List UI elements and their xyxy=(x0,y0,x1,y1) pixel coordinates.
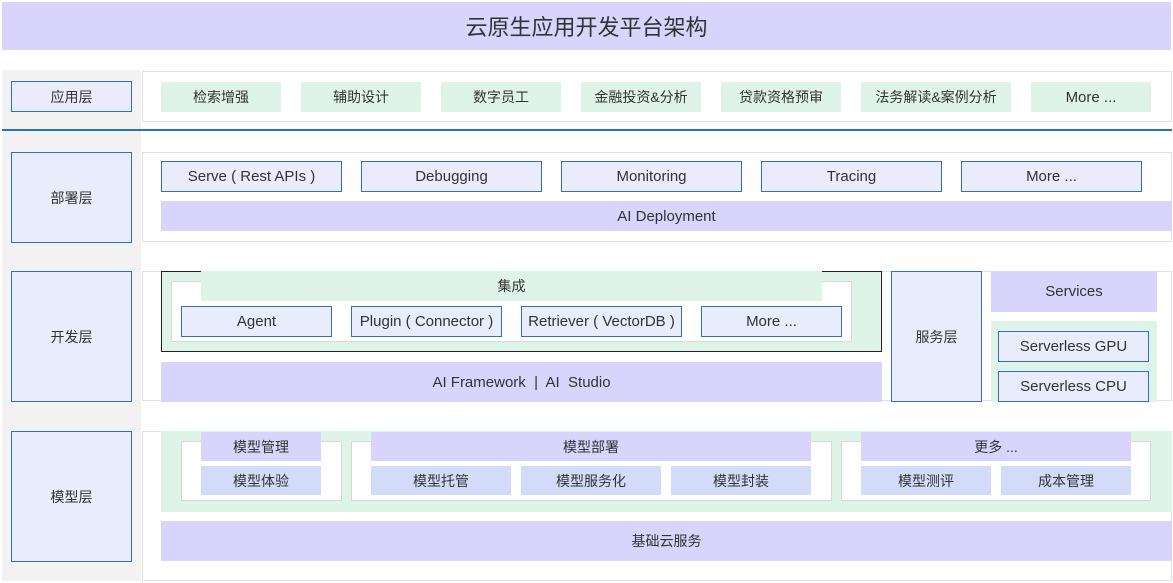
cloud-services-label: 基础云服务 xyxy=(631,533,702,549)
services-box: Services xyxy=(991,271,1157,312)
layer-label-deploy-text: 部署层 xyxy=(50,189,93,206)
integration-title-label: 集成 xyxy=(497,278,526,294)
deploy-item: Tracing xyxy=(761,161,942,192)
dev-item: Retriever ( VectorDB ) xyxy=(521,306,682,337)
layer-label-app-text: 应用层 xyxy=(50,88,93,105)
app-item-label: 检索增强 xyxy=(193,89,249,105)
deploy-item: Serve ( Rest APIs ) xyxy=(161,161,342,192)
deploy-item: More ... xyxy=(961,161,1142,192)
model-item: 模型服务化 xyxy=(521,466,661,495)
serverless-cpu-label: Serverless CPU xyxy=(1020,378,1127,395)
model-item-label: 成本管理 xyxy=(1038,472,1094,489)
layer-divider xyxy=(2,129,1172,131)
dev-item: Plugin ( Connector ) xyxy=(351,306,502,337)
layer-label-deploy: 部署层 xyxy=(11,152,132,243)
model-item-label: 模型测评 xyxy=(898,472,954,489)
ai-deployment-bar: AI Deployment xyxy=(161,201,1172,231)
dev-item-label: More ... xyxy=(746,313,797,330)
cloud-services-bar: 基础云服务 xyxy=(161,521,1172,561)
model-item-label: 模型体验 xyxy=(233,472,289,489)
app-item: 金融投资&分析 xyxy=(581,82,701,112)
model-more-title-label: 更多 ... xyxy=(974,438,1018,455)
model-item-label: 模型封装 xyxy=(713,472,769,489)
model-item-label: 模型服务化 xyxy=(556,472,626,489)
model-item: 模型测评 xyxy=(861,466,991,495)
app-item: More ... xyxy=(1031,82,1151,112)
serverless-gpu-label: Serverless GPU xyxy=(1019,338,1128,355)
layer-label-dev: 开发层 xyxy=(11,271,132,402)
app-item-label: 金融投资&分析 xyxy=(594,89,688,105)
deploy-item: Monitoring xyxy=(561,161,742,192)
ai-framework-label: AI Framework | AI Studio xyxy=(432,373,611,391)
integration-title: 集成 xyxy=(201,271,822,301)
model-item-label: 模型托管 xyxy=(413,472,469,489)
deploy-item-label: More ... xyxy=(1026,168,1077,185)
app-item: 法务解读&案例分析 xyxy=(861,82,1011,112)
service-layer-box: 服务层 xyxy=(891,271,982,402)
page-title: 云原生应用开发平台架构 xyxy=(2,2,1171,50)
model-more-title: 更多 ... xyxy=(861,432,1131,461)
page-title-text: 云原生应用开发平台架构 xyxy=(465,15,708,40)
layer-label-model-text: 模型层 xyxy=(50,488,93,505)
dev-item-label: Retriever ( VectorDB ) xyxy=(528,313,675,330)
serverless-cpu-box: Serverless CPU xyxy=(998,371,1149,402)
ai-deployment-label: AI Deployment xyxy=(617,207,716,225)
app-item: 辅助设计 xyxy=(301,82,421,112)
app-item: 数字员工 xyxy=(441,82,561,112)
layer-label-model: 模型层 xyxy=(11,431,132,562)
serverless-gpu-box: Serverless GPU xyxy=(998,331,1149,362)
services-label: Services xyxy=(1045,283,1103,300)
model-mgmt-title-label: 模型管理 xyxy=(233,438,289,455)
dev-item-label: Plugin ( Connector ) xyxy=(359,313,494,330)
model-deploy-title-label: 模型部署 xyxy=(563,438,619,455)
deploy-item-label: Serve ( Rest APIs ) xyxy=(187,168,316,185)
app-item-label: 辅助设计 xyxy=(333,89,389,105)
service-layer-label: 服务层 xyxy=(915,328,958,345)
app-item-label: 法务解读&案例分析 xyxy=(875,89,997,105)
deploy-item-label: Tracing xyxy=(826,168,877,185)
app-item: 检索增强 xyxy=(161,82,281,112)
model-item: 成本管理 xyxy=(1001,466,1131,495)
app-item-label: 贷款资格预审 xyxy=(739,89,823,105)
model-deploy-title: 模型部署 xyxy=(371,432,811,461)
deploy-item: Debugging xyxy=(361,161,542,192)
model-item: 模型体验 xyxy=(201,466,321,495)
app-item-label: 数字员工 xyxy=(473,89,529,105)
dev-item: Agent xyxy=(181,306,332,337)
model-item: 模型封装 xyxy=(671,466,811,495)
layer-label-dev-text: 开发层 xyxy=(50,328,93,345)
deploy-item-label: Monitoring xyxy=(616,168,687,185)
model-item: 模型托管 xyxy=(371,466,511,495)
ai-framework-bar: AI Framework | AI Studio xyxy=(161,362,882,402)
dev-item-label: Agent xyxy=(236,313,277,330)
app-item-label: More ... xyxy=(1065,88,1117,106)
dev-item: More ... xyxy=(701,306,842,337)
app-item: 贷款资格预审 xyxy=(721,82,841,112)
deploy-item-label: Debugging xyxy=(415,168,488,185)
layer-label-app: 应用层 xyxy=(11,81,132,112)
model-mgmt-title: 模型管理 xyxy=(201,432,321,461)
